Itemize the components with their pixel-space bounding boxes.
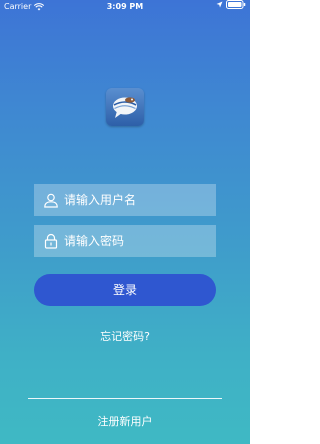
username-input[interactable] — [64, 184, 216, 216]
footer-divider — [28, 398, 222, 399]
app-logo — [106, 88, 144, 126]
status-time: 3:09 PM — [106, 2, 144, 11]
username-field[interactable] — [34, 184, 216, 216]
location-icon — [216, 1, 223, 8]
status-right — [216, 0, 246, 9]
user-icon — [43, 192, 59, 208]
password-field[interactable] — [34, 225, 216, 257]
chat-bubble-logo-icon — [106, 88, 144, 126]
battery-icon — [226, 0, 246, 9]
login-screen: Carrier 3:09 PM 请输入用户名 登录 忘记密码? 注册新用户 — [0, 0, 250, 444]
password-input[interactable] — [64, 225, 216, 257]
forgot-password-link[interactable]: 忘记密码? — [0, 328, 250, 344]
status-bar: Carrier 3:09 PM — [0, 0, 250, 14]
register-link[interactable]: 注册新用户 — [0, 413, 250, 429]
login-button[interactable]: 登录 — [34, 274, 216, 306]
lock-icon — [43, 233, 59, 249]
